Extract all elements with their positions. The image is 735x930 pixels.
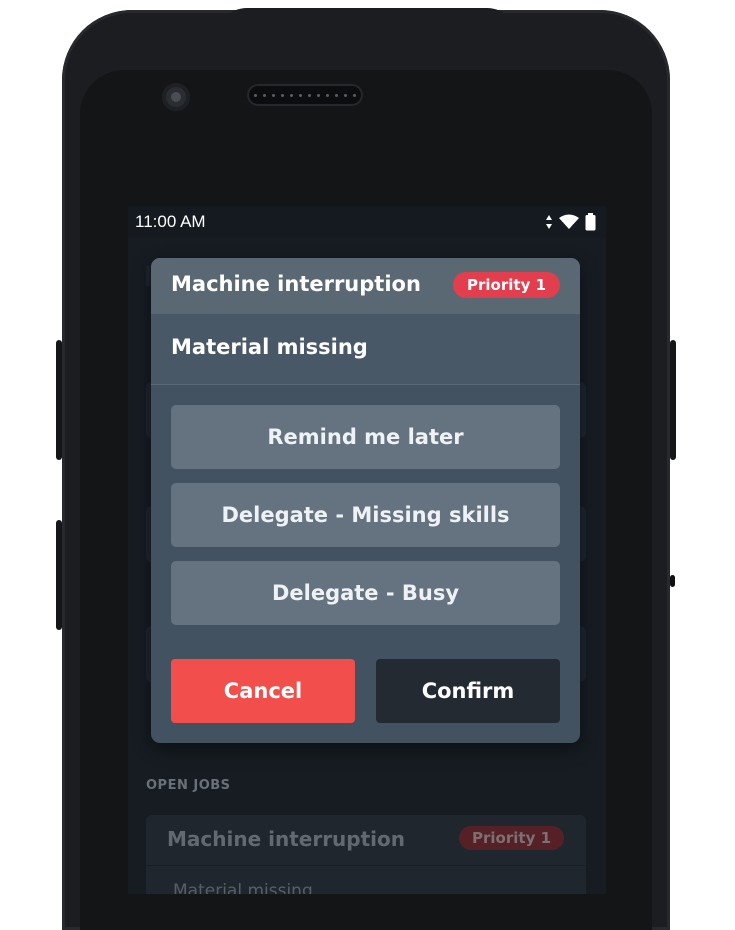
priority-badge: Priority 1 — [453, 272, 560, 298]
side-button — [56, 340, 62, 460]
cancel-button[interactable]: Cancel — [171, 659, 355, 723]
dialog-subheader: Material missing — [151, 314, 580, 385]
screen: 11:00 AM 4 OPEN JOBS Machine interruptio… — [128, 206, 606, 894]
front-camera — [162, 83, 190, 111]
dialog-title: Machine interruption — [171, 272, 421, 296]
device-bumper — [217, 8, 517, 38]
wifi-icon: 4 — [559, 214, 579, 230]
confirm-button[interactable]: Confirm — [376, 659, 560, 723]
data-arrows-icon — [546, 215, 552, 229]
svg-text:4: 4 — [571, 223, 576, 230]
earpiece-speaker — [247, 84, 363, 106]
status-bar: 11:00 AM 4 — [128, 206, 606, 238]
dialog-subtitle: Material missing — [171, 335, 368, 359]
delegate-busy-button[interactable]: Delegate - Busy — [171, 561, 560, 625]
side-button — [56, 520, 62, 630]
status-icons: 4 — [545, 213, 596, 231]
side-button — [670, 575, 675, 587]
remind-later-button[interactable]: Remind me later — [171, 405, 560, 469]
dialog-header: Machine interruption Priority 1 — [151, 258, 580, 314]
action-dialog: Machine interruption Priority 1 Material… — [151, 258, 580, 743]
delegate-missing-skills-button[interactable]: Delegate - Missing skills — [171, 483, 560, 547]
side-button — [670, 340, 676, 460]
battery-icon — [585, 213, 596, 231]
status-time: 11:00 AM — [135, 212, 206, 231]
